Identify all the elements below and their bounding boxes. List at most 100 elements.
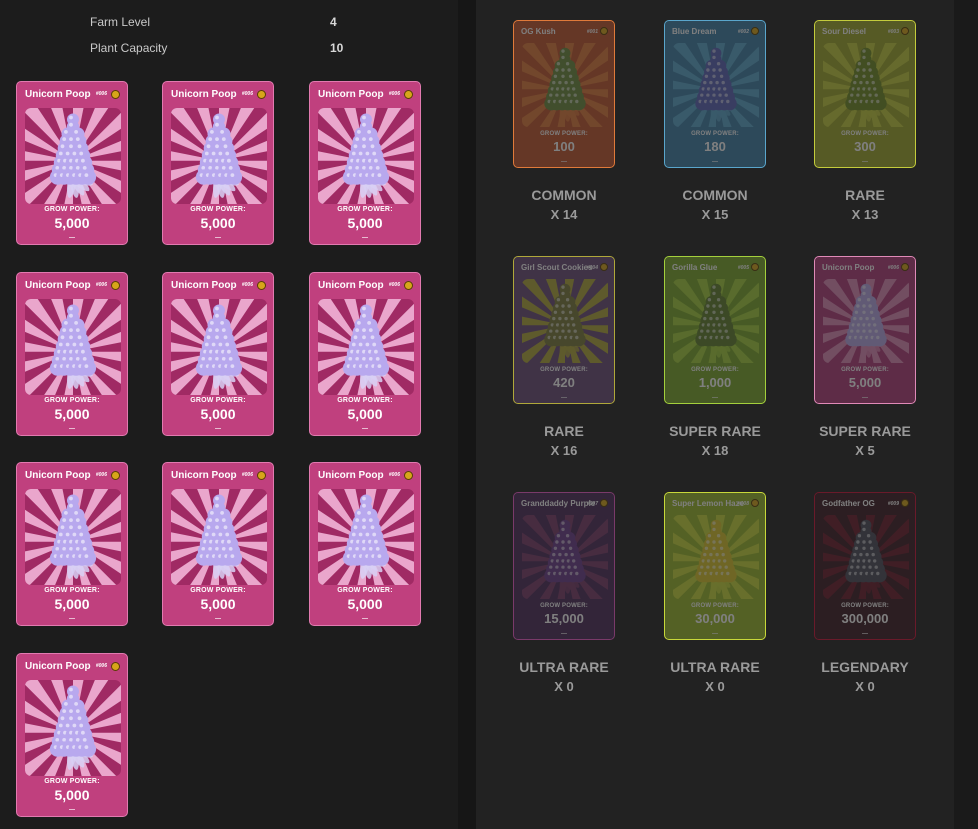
card-name: Unicorn Poop xyxy=(25,280,91,291)
card-name: Unicorn Poop xyxy=(318,280,384,291)
card-footer-mark: ▬▬ xyxy=(362,426,368,430)
card-name: Unicorn Poop xyxy=(171,470,237,481)
card-footer-mark: ▬▬ xyxy=(69,616,75,620)
coin-icon xyxy=(404,90,413,99)
rarity-label: SUPER RARE xyxy=(669,423,761,439)
grow-power-value: 5,000 xyxy=(347,215,383,231)
inventory-card[interactable]: OG Kush #001 GROW POWER: 100 ▬▬ xyxy=(513,20,615,168)
grow-power-value: 5,000 xyxy=(200,596,236,612)
plant-art xyxy=(318,108,414,204)
card-dim-overlay xyxy=(665,257,765,403)
rarity-label: RARE xyxy=(845,187,885,203)
grow-power-label: GROW POWER: xyxy=(337,206,393,213)
card-footer-mark: ▬▬ xyxy=(69,426,75,430)
planted-card[interactable]: Unicorn Poop #006 GROW POWER: 5,000 ▬▬ xyxy=(16,272,128,436)
grow-power-label: GROW POWER: xyxy=(44,587,100,594)
plant-art-frame xyxy=(25,680,121,776)
grow-power-value: 5,000 xyxy=(347,406,383,422)
inventory-card[interactable]: Super Lemon Haze #008 GROW POWER: 30,000… xyxy=(664,492,766,640)
planted-card[interactable]: Unicorn Poop #006 GROW POWER: 5,000 ▬▬ xyxy=(309,81,421,245)
grow-power-label: GROW POWER: xyxy=(44,206,100,213)
inventory-card[interactable]: Godfather OG #009 GROW POWER: 300,000 ▬▬ xyxy=(814,492,916,640)
plant-art-frame xyxy=(318,489,414,585)
plant-art-frame xyxy=(25,299,121,395)
plant-art xyxy=(171,299,267,395)
inventory-card[interactable]: Gorilla Glue #005 GROW POWER: 1,000 ▬▬ xyxy=(664,256,766,404)
card-dim-overlay xyxy=(815,21,915,167)
plant-art xyxy=(318,489,414,585)
rarity-label: ULTRA RARE xyxy=(519,659,609,675)
grow-power-value: 5,000 xyxy=(54,406,90,422)
inventory-card[interactable]: Sour Diesel #003 GROW POWER: 300 ▬▬ xyxy=(814,20,916,168)
inventory-card[interactable]: Girl Scout Cookies #004 GROW POWER: 420 … xyxy=(513,256,615,404)
card-dim-overlay xyxy=(815,493,915,639)
card-dim-overlay xyxy=(514,257,614,403)
plant-capacity-row: Plant Capacity 10 xyxy=(90,41,370,61)
inventory-card[interactable]: Granddaddy Purple #007 GROW POWER: 15,00… xyxy=(513,492,615,640)
planted-card[interactable]: Unicorn Poop #006 GROW POWER: 5,000 ▬▬ xyxy=(309,272,421,436)
grow-power-value: 5,000 xyxy=(347,596,383,612)
inventory-card[interactable]: Blue Dream #002 GROW POWER: 180 ▬▬ xyxy=(664,20,766,168)
rarity-label: ULTRA RARE xyxy=(670,659,760,675)
owned-count: X 14 xyxy=(550,207,578,222)
owned-count: X 15 xyxy=(701,207,729,222)
planted-card[interactable]: Unicorn Poop #006 GROW POWER: 5,000 ▬▬ xyxy=(162,272,274,436)
planted-card[interactable]: Unicorn Poop #006 GROW POWER: 5,000 ▬▬ xyxy=(162,462,274,626)
plant-art xyxy=(25,489,121,585)
farm-level-row: Farm Level 4 xyxy=(90,15,370,35)
card-dim-overlay xyxy=(815,257,915,403)
card-footer-mark: ▬▬ xyxy=(362,616,368,620)
plant-art xyxy=(25,299,121,395)
plant-art-frame xyxy=(171,489,267,585)
coin-icon xyxy=(257,281,266,290)
card-name: Unicorn Poop xyxy=(25,470,91,481)
card-footer-mark: ▬▬ xyxy=(215,426,221,430)
coin-icon xyxy=(111,471,120,480)
card-name: Unicorn Poop xyxy=(318,470,384,481)
card-footer-mark: ▬▬ xyxy=(215,616,221,620)
grow-power-label: GROW POWER: xyxy=(190,397,246,404)
card-name: Unicorn Poop xyxy=(25,661,91,672)
planted-card[interactable]: Unicorn Poop #006 GROW POWER: 5,000 ▬▬ xyxy=(16,653,128,817)
planted-card[interactable]: Unicorn Poop #006 GROW POWER: 5,000 ▬▬ xyxy=(16,81,128,245)
grow-power-label: GROW POWER: xyxy=(337,587,393,594)
grow-power-label: GROW POWER: xyxy=(44,397,100,404)
grow-power-label: GROW POWER: xyxy=(190,587,246,594)
card-number: #006 xyxy=(95,663,107,669)
grow-power-label: GROW POWER: xyxy=(190,206,246,213)
card-dim-overlay xyxy=(665,21,765,167)
farm-level-label: Farm Level xyxy=(90,15,151,29)
grow-power-value: 5,000 xyxy=(54,787,90,803)
card-dim-overlay xyxy=(514,493,614,639)
card-number: #006 xyxy=(241,472,253,478)
inventory-card[interactable]: Unicorn Poop #006 GROW POWER: 5,000 ▬▬ xyxy=(814,256,916,404)
card-number: #006 xyxy=(95,91,107,97)
rarity-label: SUPER RARE xyxy=(819,423,911,439)
plant-art xyxy=(318,299,414,395)
coin-icon xyxy=(257,471,266,480)
plant-art-frame xyxy=(25,489,121,585)
plant-art-frame xyxy=(25,108,121,204)
card-name: Unicorn Poop xyxy=(25,89,91,100)
rarity-label: COMMON xyxy=(682,187,748,203)
card-footer-mark: ▬▬ xyxy=(362,235,368,239)
coin-icon xyxy=(111,281,120,290)
grow-power-value: 5,000 xyxy=(200,406,236,422)
card-number: #006 xyxy=(388,91,400,97)
card-number: #006 xyxy=(95,282,107,288)
scroll-gutter xyxy=(954,0,978,829)
rarity-label: LEGENDARY xyxy=(821,659,909,675)
planted-card[interactable]: Unicorn Poop #006 GROW POWER: 5,000 ▬▬ xyxy=(16,462,128,626)
plant-art xyxy=(25,680,121,776)
planted-card[interactable]: Unicorn Poop #006 GROW POWER: 5,000 ▬▬ xyxy=(309,462,421,626)
owned-count: X 0 xyxy=(554,679,574,694)
planted-card[interactable]: Unicorn Poop #006 GROW POWER: 5,000 ▬▬ xyxy=(162,81,274,245)
card-footer-mark: ▬▬ xyxy=(215,235,221,239)
plant-art-frame xyxy=(171,108,267,204)
card-number: #006 xyxy=(241,91,253,97)
owned-count: X 0 xyxy=(855,679,875,694)
card-name: Unicorn Poop xyxy=(171,280,237,291)
card-name: Unicorn Poop xyxy=(171,89,237,100)
card-name: Unicorn Poop xyxy=(318,89,384,100)
inventory-panel: OG Kush #001 GROW POWER: 100 ▬▬ COMMON X … xyxy=(476,0,954,829)
